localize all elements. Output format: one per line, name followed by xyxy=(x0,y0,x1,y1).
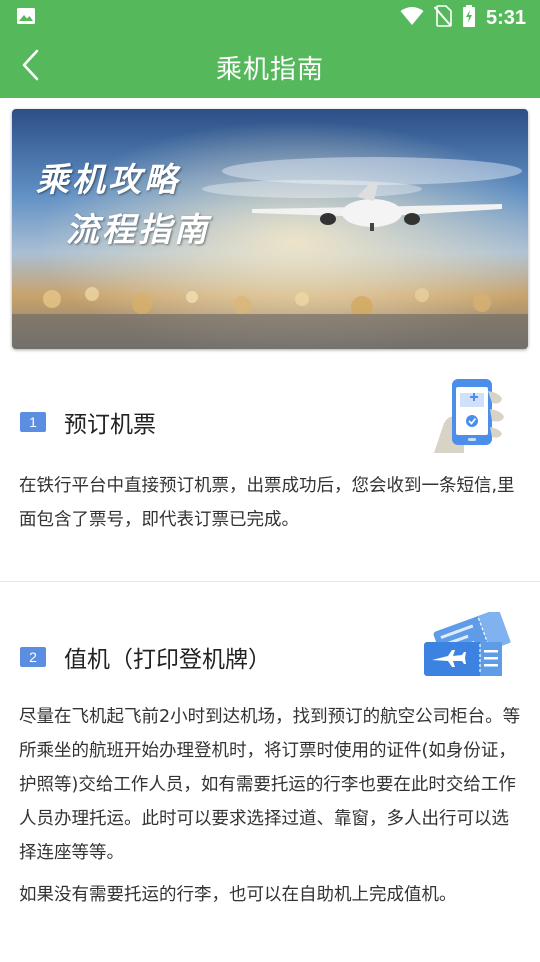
banner-image: 乘机攻略 流程指南 xyxy=(12,109,528,349)
step-number-badge: 1 xyxy=(20,412,46,432)
image-icon xyxy=(16,6,36,30)
step-title: 预订机票 xyxy=(64,412,156,438)
step-description: 在铁行平台中直接预订机票，出票成功后，您会收到一条短信,里面包含了票号，即代表订… xyxy=(19,469,522,537)
wifi-icon xyxy=(400,6,424,30)
banner-subheadline: 流程指南 xyxy=(66,210,210,249)
step-header: 1 预订机票 xyxy=(20,405,156,439)
no-sim-icon xyxy=(433,5,452,31)
step-header: 2 值机（打印登机牌） xyxy=(20,640,271,674)
boarding-pass-icon xyxy=(422,608,514,686)
status-bar: 5:31 xyxy=(0,0,540,36)
app-bar: 乘机指南 xyxy=(0,36,540,98)
back-button[interactable] xyxy=(10,46,50,88)
step-title: 值机（打印登机牌） xyxy=(64,647,271,673)
step-number-badge: 2 xyxy=(20,647,46,667)
chevron-left-icon xyxy=(19,48,41,86)
step-description: 尽量在飞机起飞前2小时到达机场，找到预订的航空公司柜台。等所乘坐的航班开始办理登… xyxy=(19,700,522,912)
phone-booking-icon xyxy=(430,377,510,459)
status-time: 5:31 xyxy=(485,6,526,29)
step-paragraph: 在铁行平台中直接预订机票，出票成功后，您会收到一条短信,里面包含了票号，即代表订… xyxy=(19,476,515,530)
page-title: 乘机指南 xyxy=(215,54,324,85)
step-paragraph: 如果没有需要托运的行李，也可以在自助机上完成值机。 xyxy=(19,885,457,905)
battery-charging-icon xyxy=(462,5,476,31)
step-section-checkin: 2 值机（打印登机牌） 尽量在飞机起飞前2小时到达机场，找到预订的航空公司柜台。… xyxy=(0,582,540,962)
step-paragraph: 尽量在飞机起飞前2小时到达机场，找到预订的航空公司柜台。等所乘坐的航班开始办理登… xyxy=(19,707,521,863)
step-section-booking: 1 预订机票 在铁行平台中直接预订机票，出票成功后，您会收到一条短信,里面包含了… xyxy=(0,349,540,581)
banner-headline: 乘机攻略 xyxy=(36,160,180,199)
